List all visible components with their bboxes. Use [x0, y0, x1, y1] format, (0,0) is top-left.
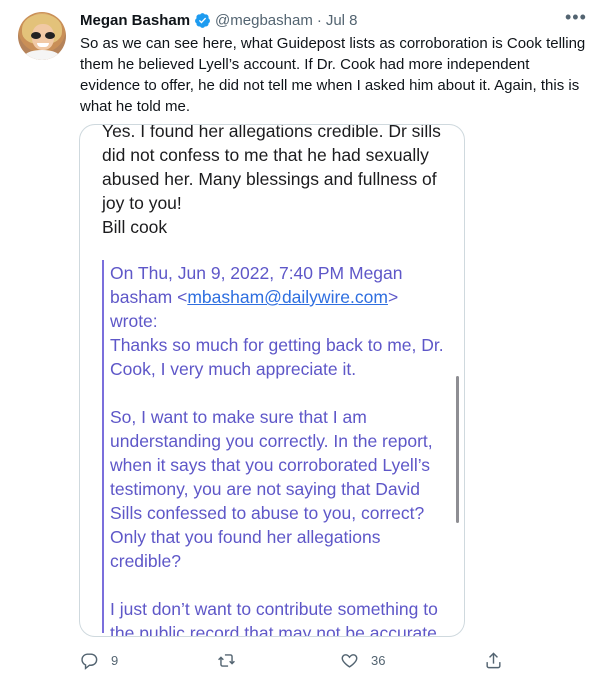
like-button[interactable]: 36 — [340, 645, 385, 675]
quote-line: understanding you correctly. In the repo… — [110, 431, 433, 451]
quote-line: Only that you found her allegations — [110, 527, 381, 547]
reply-count: 9 — [111, 652, 119, 668]
quote-line: I just don’t want to contribute somethin… — [110, 599, 438, 619]
reply-line: abused her. Many blessings and fullness … — [102, 169, 437, 189]
retweet-icon — [218, 653, 235, 667]
author-handle[interactable]: @megbasham — [215, 12, 313, 29]
author-name[interactable]: Megan Basham — [80, 12, 190, 29]
like-icon — [341, 653, 358, 668]
quote-line: Sills confessed to abuse to you, correct… — [110, 503, 425, 523]
quoted-email: On Thu, Jun 9, 2022, 7:40 PM Megan basha… — [110, 261, 450, 637]
avatar[interactable] — [18, 12, 66, 60]
tweet-media-image[interactable]: Yes. I found her allegations credible. D… — [79, 124, 465, 637]
tweet-actions: 9 36 — [80, 645, 600, 675]
retweet-button[interactable] — [217, 645, 248, 675]
quote-line: when it says that you corroborated Lyell… — [110, 455, 431, 475]
scroll-indicator — [456, 376, 459, 523]
reply-line: did not confess to me that he had sexual… — [102, 145, 429, 165]
share-button[interactable] — [484, 645, 503, 675]
tweet-header: Megan Basham @megbasham · Jul 8 — [80, 10, 358, 30]
tweet-text: So as we can see here, what Guidepost li… — [80, 35, 586, 115]
quote-header-line: basham <mbasham@dailywire.com> wrote: — [110, 287, 399, 331]
separator-dot: · — [316, 11, 322, 29]
quote-line: credible? — [110, 551, 182, 571]
email-screenshot: Yes. I found her allegations credible. D… — [80, 125, 464, 636]
reply-line: joy to you! — [102, 193, 182, 213]
reply-icon — [81, 652, 98, 670]
quote-line: Thanks so much for getting back to me, D… — [110, 335, 444, 355]
email-reply-text: Yes. I found her allegations credible. D… — [102, 124, 447, 239]
quote-line: testimony, you are not saying that David — [110, 479, 420, 499]
reply-signature: Bill cook — [102, 217, 168, 237]
email-link: mbasham@dailywire.com — [187, 287, 388, 307]
quote-line: So, I want to make sure that I am — [110, 407, 367, 427]
reply-line: Yes. I found her allegations credible. D… — [102, 124, 441, 141]
verified-badge-icon — [195, 12, 210, 28]
reply-button[interactable]: 9 — [80, 645, 118, 675]
tweet-timestamp[interactable]: Jul 8 — [326, 12, 358, 29]
quote-line: the public record that may not be accura… — [110, 623, 442, 637]
quote-header-line: On Thu, Jun 9, 2022, 7:40 PM Megan — [110, 263, 403, 283]
share-icon — [486, 651, 501, 668]
quote-line: Cook, I very much appreciate it. — [110, 359, 357, 379]
tweet[interactable]: Megan Basham @megbasham · Jul 8 ••• So a… — [0, 0, 602, 685]
like-count: 36 — [371, 652, 386, 668]
quote-bar — [102, 260, 104, 633]
more-options-icon[interactable]: ••• — [565, 8, 586, 30]
